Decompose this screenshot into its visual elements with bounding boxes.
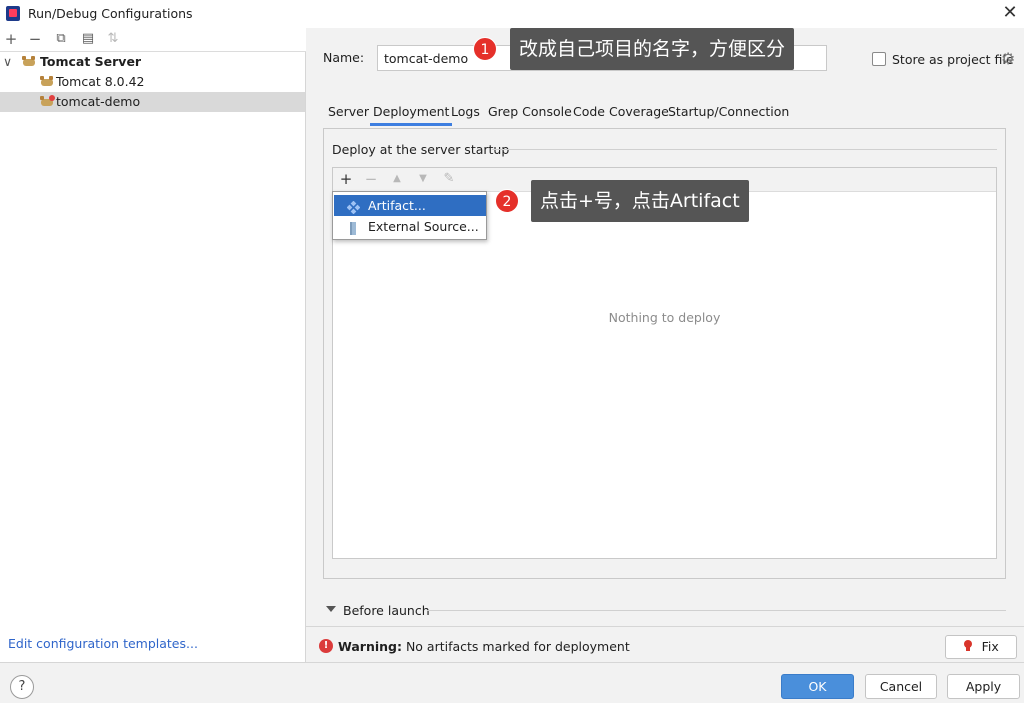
tomcat-error-icon (40, 95, 55, 109)
external-source-icon (347, 220, 360, 235)
config-toolbar: + − ⧉ ▤ ⇅ (0, 28, 306, 52)
tree-item-label: Tomcat 8.0.42 (56, 74, 145, 89)
separator (427, 610, 1006, 611)
lightbulb-icon (963, 639, 977, 654)
tab-logs[interactable]: Logs (451, 104, 480, 126)
menu-item-external-source[interactable]: External Source... (334, 216, 486, 237)
empty-state-text: Nothing to deploy (608, 310, 721, 325)
tree-item-label: Tomcat Server (40, 54, 142, 69)
before-launch-label[interactable]: Before launch (343, 603, 430, 618)
fix-button[interactable]: Fix (945, 635, 1017, 659)
help-button[interactable]: ? (10, 675, 34, 699)
app-icon (6, 6, 20, 21)
warning-text: No artifacts marked for deployment (401, 639, 630, 654)
store-as-project-checkbox[interactable] (872, 52, 886, 66)
separator (306, 626, 1024, 627)
tree-item-label: tomcat-demo (56, 94, 141, 109)
tab-code-coverage[interactable]: Code Coverage (573, 104, 669, 126)
menu-item-label: External Source... (368, 219, 479, 234)
warning-message: Warning: No artifacts marked for deploym… (338, 639, 630, 654)
tab-grep-console[interactable]: Grep Console (488, 104, 572, 126)
tree-item-tomcat-8[interactable]: Tomcat 8.0.42 (0, 72, 305, 92)
menu-item-artifact[interactable]: Artifact... (334, 195, 486, 216)
store-as-project-label[interactable]: Store as project file (892, 52, 1014, 67)
tree-item-tomcat-demo[interactable]: tomcat-demo (0, 92, 305, 112)
cancel-button[interactable]: Cancel (865, 674, 937, 699)
name-label: Name: (323, 50, 365, 65)
callout-badge-1: 1 (473, 37, 497, 61)
gear-icon[interactable]: ⚙ (1001, 49, 1015, 68)
deploy-section-title: Deploy at the server startup (332, 142, 510, 157)
add-icon[interactable]: + (337, 170, 355, 188)
warning-label: Warning: (338, 639, 402, 654)
callout-1: 改成自己项目的名字，方便区分 (510, 28, 795, 70)
remove-icon[interactable]: − (362, 170, 380, 188)
callout-badge-2: 2 (495, 189, 519, 213)
expand-triangle-icon[interactable] (326, 606, 336, 612)
artifact-icon (346, 199, 361, 215)
ok-button[interactable]: OK (781, 674, 854, 699)
remove-config-icon[interactable]: − (26, 30, 44, 48)
apply-button[interactable]: Apply (947, 674, 1020, 699)
separator (0, 662, 1024, 663)
tree-item-tomcat-server[interactable]: ∨ Tomcat Server (0, 52, 305, 72)
move-to-folder-icon[interactable]: ▤ (79, 30, 97, 48)
window-title: Run/Debug Configurations (28, 6, 193, 21)
edit-templates-link[interactable]: Edit configuration templates... (8, 636, 198, 651)
sort-icon[interactable]: ⇅ (104, 30, 122, 48)
move-down-icon[interactable]: ▼ (414, 170, 432, 188)
add-config-icon[interactable]: + (2, 30, 20, 48)
fix-label: Fix (981, 639, 999, 654)
move-up-icon[interactable]: ▲ (388, 170, 406, 188)
chevron-down-icon[interactable]: ∨ (3, 52, 12, 72)
tab-server[interactable]: Server (328, 104, 369, 126)
tab-deployment[interactable]: Deployment (370, 104, 453, 126)
tab-startup-connection[interactable]: Startup/Connection (668, 104, 789, 126)
config-tree-panel (0, 28, 306, 662)
close-icon[interactable]: ✕ (1000, 3, 1020, 23)
separator (492, 149, 997, 150)
edit-icon[interactable]: ✎ (440, 170, 458, 188)
add-deploy-popup: Artifact... External Source... (332, 191, 487, 240)
callout-2: 点击+号，点击Artifact (531, 180, 749, 222)
menu-item-label: Artifact... (368, 198, 426, 213)
tomcat-icon (22, 55, 36, 69)
tomcat-icon (40, 75, 54, 89)
error-icon: ! (319, 639, 333, 653)
copy-config-icon[interactable]: ⧉ (52, 30, 70, 48)
